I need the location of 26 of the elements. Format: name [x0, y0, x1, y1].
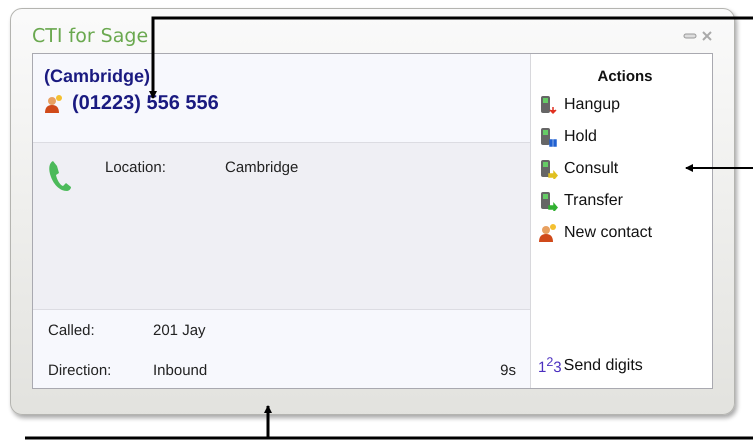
window-title: CTI for Sage	[32, 25, 148, 47]
transfer-action[interactable]: Transfer	[538, 185, 712, 217]
caller-number: (01223) 556 556	[72, 92, 219, 115]
field-label: Location:	[105, 159, 167, 176]
handset-icon	[538, 191, 558, 211]
handset-icon	[538, 159, 558, 179]
person-icon	[44, 94, 64, 114]
handset-icon	[538, 95, 558, 115]
close-icon[interactable]	[701, 31, 713, 41]
handset-icon	[538, 127, 558, 147]
caller-name: (Cambridge)	[44, 66, 152, 87]
callout-arrow	[685, 164, 753, 172]
person-icon	[538, 223, 558, 243]
send-digits-action[interactable]: 1$^{2}$3 Send digits	[538, 355, 712, 376]
minimize-icon[interactable]	[683, 31, 697, 41]
field-label: Direction:	[48, 362, 112, 380]
field-value: 201 Jay	[153, 322, 207, 341]
actions-heading: Actions	[597, 68, 652, 85]
field-label: Called:	[48, 322, 96, 341]
field-value: Cambridge	[225, 159, 298, 176]
call-duration: 9s	[500, 362, 516, 380]
hangup-action[interactable]: Hangup	[538, 89, 712, 121]
field-value: Inbound	[153, 362, 208, 380]
contact-action[interactable]: New contact	[538, 217, 712, 249]
hold-action[interactable]: Hold	[538, 121, 712, 153]
consult-action[interactable]: Consult	[538, 153, 712, 185]
